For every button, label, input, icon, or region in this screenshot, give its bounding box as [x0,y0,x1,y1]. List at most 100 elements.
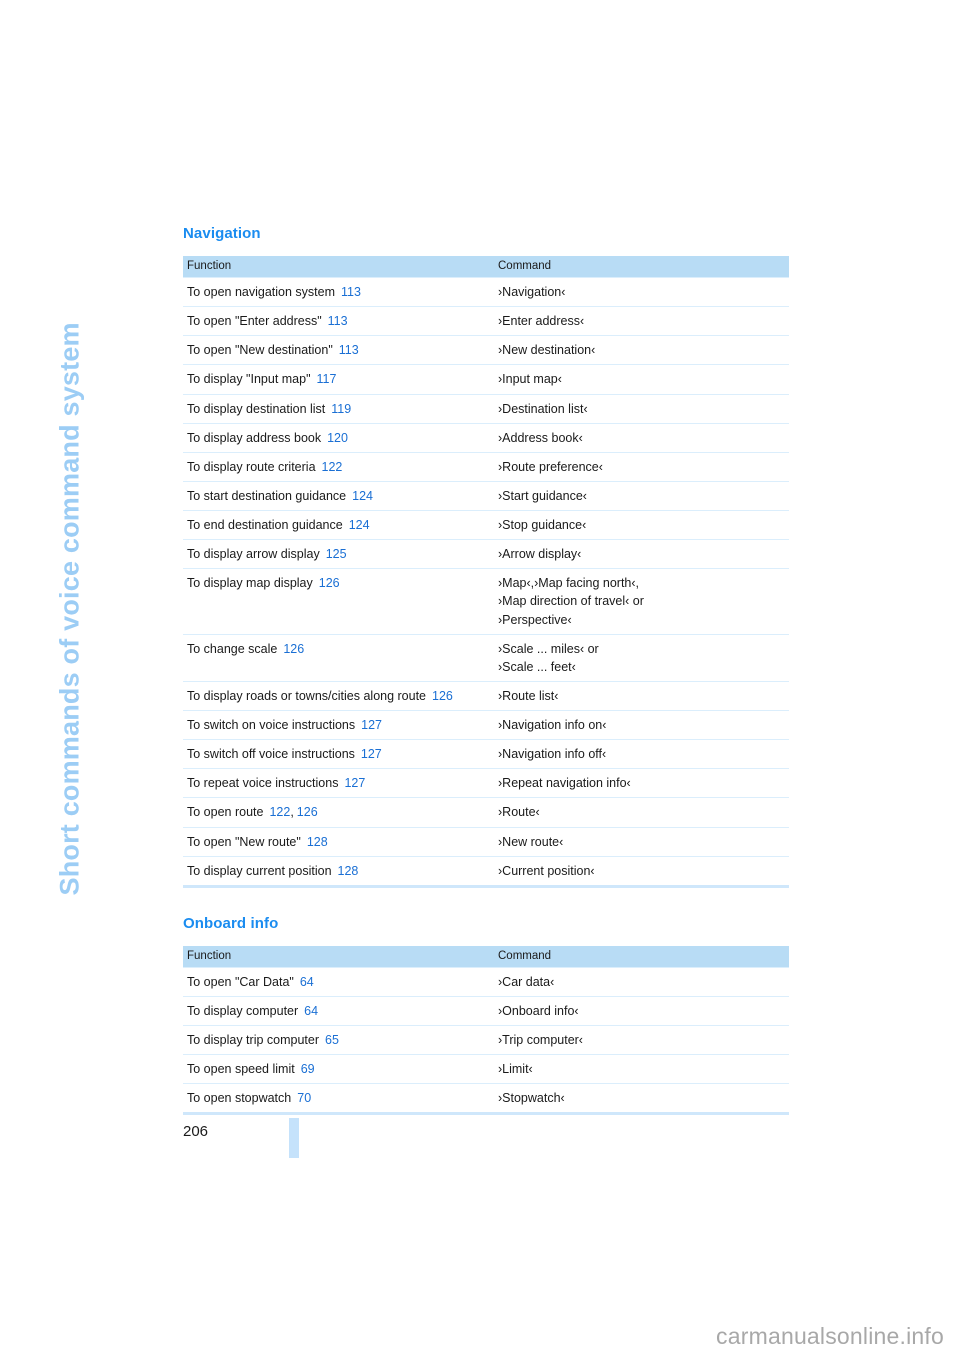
page-reference-link[interactable]: 117 [317,372,337,386]
page-reference-link[interactable]: 126 [297,805,318,819]
function-label: To start destination guidance [187,488,347,503]
table-row: To display trip computer 65 ›Trip computer… [183,1024,789,1055]
cell-command: ›Input map‹ [494,364,789,394]
page-content: Navigation Function Command To open navigat… [183,225,789,1116]
function-label: To display current position [187,863,332,878]
table-row: To open "New route" 128 ›New route‹ [183,826,789,857]
page-reference-link[interactable]: 64 [304,1004,318,1018]
table-row: To display "Input map" 117 ›Input map‹ [183,364,789,394]
cell-function: To display computer 64 [183,995,494,1026]
function-label: To end destination guidance [187,518,343,532]
cell-function: To open "New route" 128 [183,826,494,857]
table-row: To display route criteria 122 ›Route prefe… [183,451,789,482]
cell-command: ›Navigation‹ [494,276,789,307]
table-row: To display computer 64 ›Onboard info‹ [183,995,789,1026]
table-row: To open stopwatch 70 ›Stopwatch‹ [183,1083,789,1114]
table-row: To switch off voice instructions 127 ›Navi… [183,739,789,769]
cell-command: ›New route‹ [494,826,789,857]
page-reference-link[interactable]: 119 [331,402,351,416]
function-label: To open "New destination" [187,343,333,358]
page-reference-link[interactable]: 122 [322,460,343,474]
page-reference-link[interactable]: 122 [269,805,290,819]
page-reference-link[interactable]: 127 [344,776,365,790]
page-reference-link[interactable]: 70 [297,1091,311,1105]
cell-command: ›Car data‹ [494,966,789,997]
command-phrase: ›Navigation‹ [498,285,566,299]
cell-function: To open "Car Data" 64 [183,966,494,997]
command-phrase: ›Scale ... feet‹ [498,659,576,674]
table-row: To display roads or towns/cities along r… [183,680,789,711]
cell-function: To display address book 120 [183,422,494,453]
function-label: To display arrow display [187,547,320,562]
chapter-sidebar: Short commands of voice command system [0,0,170,1020]
cell-function: To display map display 126 [183,568,494,635]
cell-command: ›Limit‹ [494,1054,789,1084]
column-header-function: Function [183,256,494,278]
page-reference-link[interactable]: 126 [283,642,304,656]
cell-command: ›Address book‹ [494,422,789,453]
page-reference-link[interactable]: 127 [361,718,382,732]
cell-command: ›Scale ... miles‹ or ›Scale ... feet‹ [494,633,789,682]
cell-command: ›Start guidance‹ [494,480,789,511]
function-label: To repeat voice instructions [187,776,339,791]
page-reference-link[interactable]: 69 [301,1062,315,1076]
page-ref-separator: , [290,805,294,820]
section-heading: Onboard info [183,914,279,932]
function-label: To display route criteria [187,459,316,474]
page-reference-link[interactable]: 128 [338,864,359,878]
table-row: To start destination guidance 124 ›Start g… [183,480,789,511]
function-label: To display "Input map" [187,372,311,387]
command-phrase: ›Address book‹ [498,430,583,445]
cell-command: ›Repeat navigation info‹ [494,768,789,798]
table-row: To switch on voice instructions 127 ›Navig… [183,709,789,740]
function-label: To open speed limit [187,1062,295,1077]
command-phrase: ›Car data‹ [498,974,555,989]
table-row: To display address book 120 ›Address book‹ [183,422,789,453]
command-table: Function Command To open "Car Data" 64 ›Car … [183,945,789,1116]
cell-command: ›Destination list‹ [494,393,789,424]
cell-command: ›Route‹ [494,797,789,827]
page-reference-link[interactable]: 124 [352,489,373,503]
function-label: To open "New route" [187,834,301,849]
table-row: To change scale 126 ›Scale ... miles‹ or ›S… [183,633,789,682]
table-header-row: Function Command [183,256,789,278]
cell-function: To display trip computer 65 [183,1024,494,1055]
function-label: To open "Car Data" [187,974,294,989]
command-phrase: ›New destination‹ [498,343,596,358]
function-label: To open route [187,805,264,820]
section-heading: Navigation [183,225,261,242]
cell-function: To switch off voice instructions 127 [183,739,494,769]
page-reference-link[interactable]: 128 [307,835,328,849]
page-reference-link[interactable]: 124 [349,518,370,532]
command-phrase: ›Map‹,›Map facing north‹, [498,576,640,591]
page-reference-link[interactable]: 65 [325,1033,339,1047]
page-reference-link[interactable]: 126 [432,689,453,703]
page-reference-link[interactable]: 113 [328,314,348,328]
command-phrase: ›Repeat navigation info‹ [498,776,631,791]
cell-command: ›Enter address‹ [494,306,789,336]
cell-command: ›Route list‹ [494,680,789,711]
page-reference-link[interactable]: 127 [361,747,382,761]
page-reference-link[interactable]: 113 [339,343,359,357]
cell-function: To open route 122, 126 [183,797,494,827]
column-header-command: Command [494,256,789,278]
page-reference-link[interactable]: 120 [327,431,348,445]
command-table: Function Command To open navigation system… [183,256,789,888]
cell-function: To open navigation system 113 [183,276,494,307]
command-phrase: ›Navigation info off‹ [498,747,607,762]
cell-command: ›New destination‹ [494,335,789,365]
cell-function: To open speed limit 69 [183,1054,494,1084]
command-phrase: ›Enter address‹ [498,314,585,329]
page-reference-link[interactable]: 113 [341,285,361,299]
page-reference-link[interactable]: 126 [319,576,340,590]
page-reference-link[interactable]: 64 [300,975,314,989]
cell-command: ›Route preference‹ [494,451,789,482]
page-reference-link[interactable]: 125 [326,547,347,561]
cell-command: ›Navigation info off‹ [494,739,789,769]
command-phrase: ›Navigation info on‹ [498,718,607,732]
cell-function: To display roads or towns/cities along r… [183,680,494,711]
function-label: To display computer [187,1003,299,1018]
table-row: To display map display 126 ›Map‹,›Map faci… [183,568,789,635]
cell-command: ›Current position‹ [494,855,789,887]
command-phrase: ›Limit‹ [498,1062,533,1077]
